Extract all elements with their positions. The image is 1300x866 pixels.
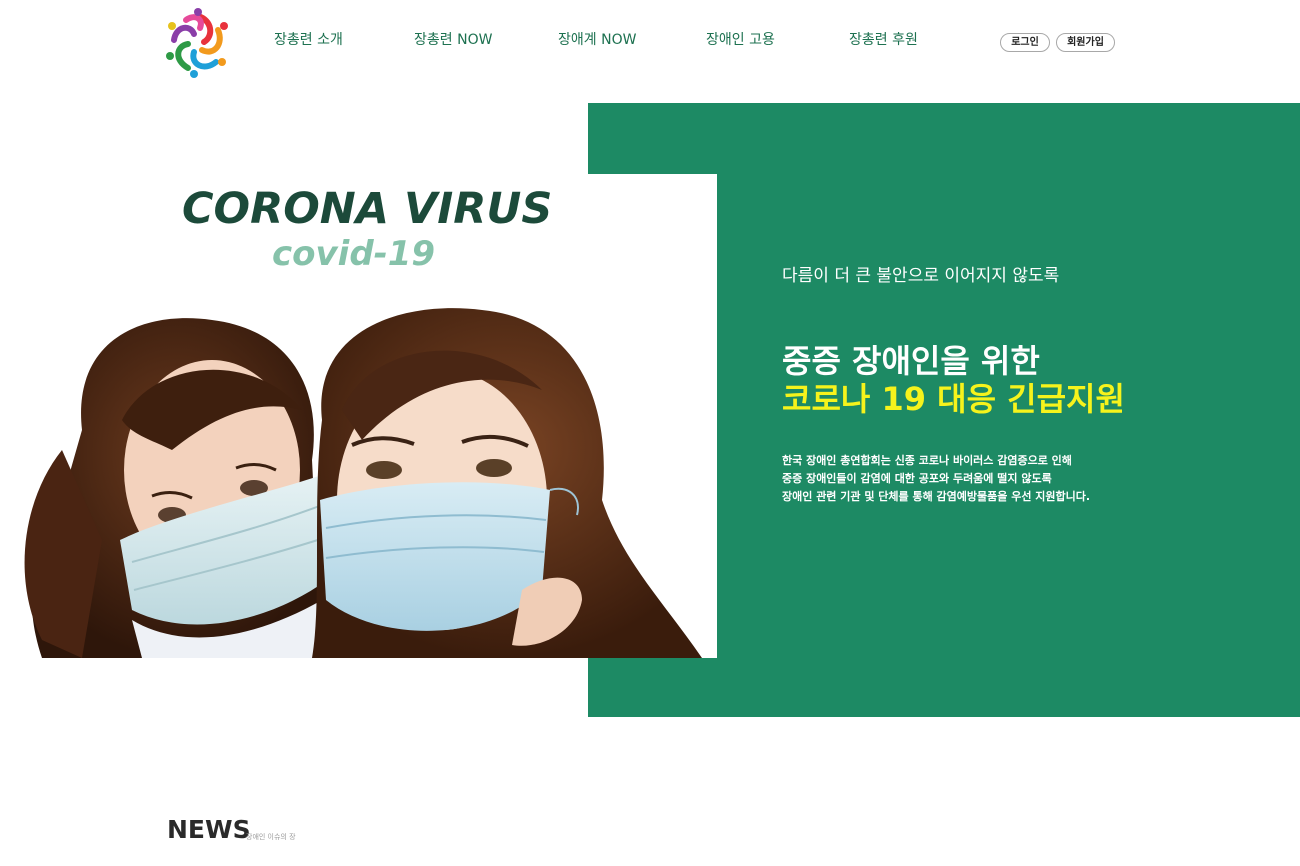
news-section-title: NEWS xyxy=(167,815,251,844)
hero-lead-text: 다름이 더 큰 불안으로 이어지지 않도록 xyxy=(782,266,1060,286)
hero-description-line: 중증 장애인들이 감염에 대한 공포와 두려움에 떨지 않도록 xyxy=(782,472,1052,485)
hero-image-subtitle: covid-19 xyxy=(272,234,436,274)
hero-description-line: 장애인 관련 기관 및 단체를 통해 감염예방물품을 우선 지원합니다. xyxy=(782,490,1091,503)
logo-icon[interactable] xyxy=(164,6,232,78)
hero-description: 한국 장애인 총연합회는 신종 코로나 바이러스 감염증으로 인해 중증 장애인… xyxy=(782,452,1090,506)
hero-image-title: CORONA VIRUS xyxy=(182,184,553,234)
nav-item-about[interactable]: 장총련 소개 xyxy=(274,29,343,49)
hero-description-line: 한국 장애인 총연합회는 신종 코로나 바이러스 감염증으로 인해 xyxy=(782,454,1072,467)
hero-headline-highlight: 코로나 19 대응 긴급지원 xyxy=(782,380,1125,418)
masked-mother-child-photo xyxy=(22,300,717,658)
news-section-subtitle: 장애인 이슈의 장 xyxy=(246,833,296,841)
signup-button[interactable]: 회원가입 xyxy=(1056,33,1115,52)
nav-item-now[interactable]: 장총련 NOW xyxy=(414,29,492,49)
nav-item-donation[interactable]: 장총련 후원 xyxy=(849,29,918,49)
nav-item-disability-world-now[interactable]: 장애계 NOW xyxy=(558,29,636,49)
login-button[interactable]: 로그인 xyxy=(1000,33,1050,52)
nav-item-employment[interactable]: 장애인 고용 xyxy=(706,29,775,49)
